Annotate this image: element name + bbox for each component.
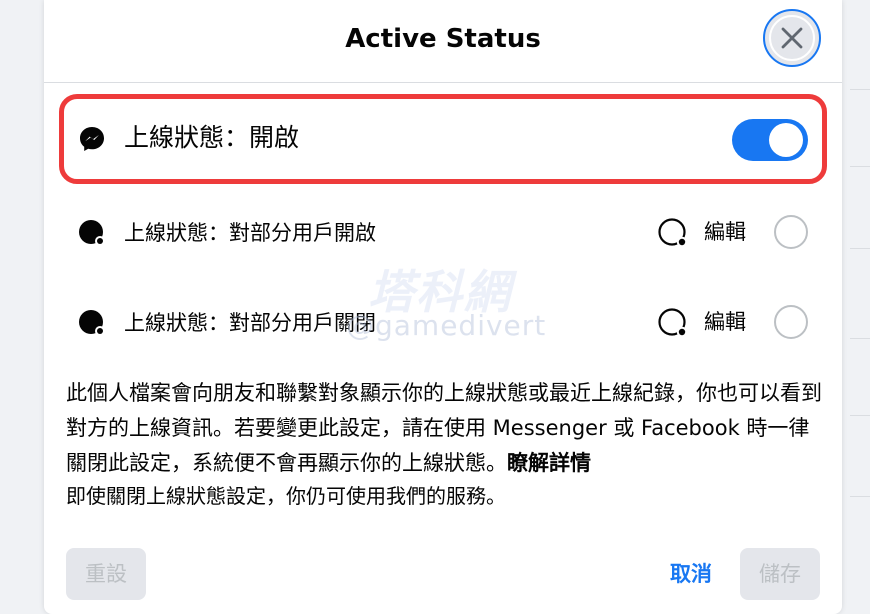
backdrop-divider bbox=[850, 248, 870, 249]
active-for-some-row[interactable]: 上線狀態：對部分用戶開啟 編輯 bbox=[44, 193, 842, 273]
messenger-icon bbox=[80, 127, 104, 151]
option-radio[interactable] bbox=[774, 305, 808, 339]
backdrop-right bbox=[842, 0, 870, 614]
option-label: 上線狀態：開啟 bbox=[124, 123, 300, 152]
dialog-header: Active Status bbox=[44, 0, 842, 83]
cancel-button[interactable]: 取消 bbox=[652, 548, 730, 600]
learn-more-link[interactable]: 瞭解詳情 bbox=[507, 451, 591, 475]
option-label: 上線狀態：對部分用戶關閉 bbox=[124, 311, 376, 335]
close-icon bbox=[781, 27, 803, 49]
active-status-on-row[interactable]: 上線狀態：開啟 bbox=[44, 99, 842, 179]
backdrop-divider bbox=[850, 338, 870, 339]
description-text: 此個人檔案會向朋友和聯繫對象顯示你的上線狀態或最近上線紀錄，你也可以看到對方的上… bbox=[66, 381, 822, 475]
edit-status-icon bbox=[658, 308, 688, 338]
save-button[interactable]: 儲存 bbox=[740, 548, 820, 600]
status-description: 此個人檔案會向朋友和聯繫對象顯示你的上線狀態或最近上線紀錄，你也可以看到對方的上… bbox=[66, 376, 826, 481]
active-status-toggle[interactable] bbox=[732, 119, 808, 161]
active-status-icon bbox=[79, 220, 105, 246]
backdrop-divider bbox=[850, 415, 870, 416]
edit-label: 編輯 bbox=[704, 220, 746, 244]
backdrop-divider bbox=[850, 89, 870, 90]
status-note: 即使關閉上線狀態設定，你仍可使用我們的服務。 bbox=[66, 484, 506, 508]
reset-button[interactable]: 重設 bbox=[66, 548, 146, 600]
active-status-dialog: Active Status 上線狀態：開啟 上線狀態：對部分用戶開啟 編輯 上線… bbox=[44, 0, 842, 614]
toggle-knob bbox=[769, 123, 803, 157]
dialog-title: Active Status bbox=[345, 24, 541, 54]
edit-button[interactable]: 編輯 bbox=[656, 215, 766, 251]
inactive-for-some-row[interactable]: 上線狀態：對部分用戶關閉 編輯 bbox=[44, 283, 842, 363]
close-button[interactable] bbox=[763, 9, 821, 67]
edit-button[interactable]: 編輯 bbox=[656, 305, 766, 341]
option-label: 上線狀態：對部分用戶開啟 bbox=[124, 221, 376, 245]
edit-label: 編輯 bbox=[704, 310, 746, 334]
edit-status-icon bbox=[658, 218, 688, 248]
option-radio[interactable] bbox=[774, 215, 808, 249]
active-status-icon bbox=[79, 310, 105, 336]
backdrop-divider bbox=[850, 496, 870, 497]
backdrop-divider bbox=[850, 166, 870, 167]
